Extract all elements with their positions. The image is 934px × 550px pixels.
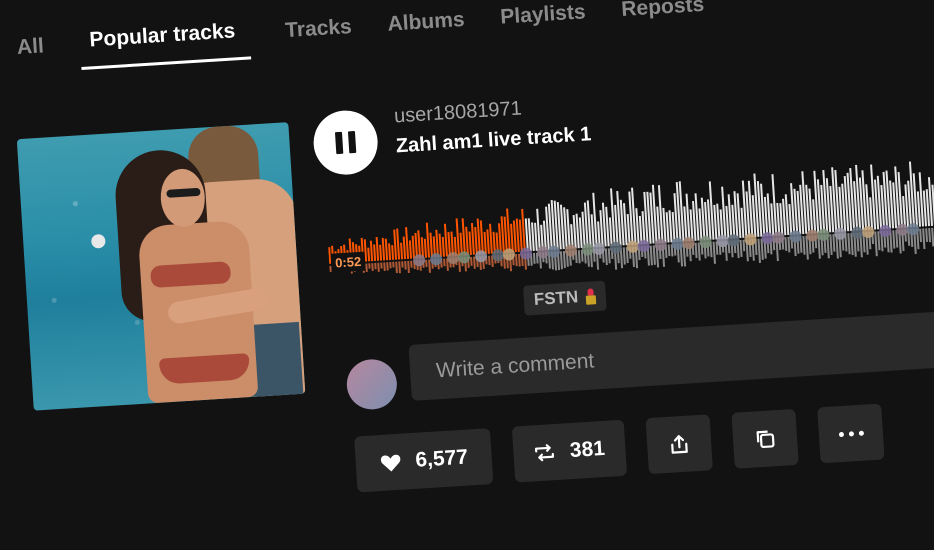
heart-icon bbox=[379, 452, 402, 473]
waveform-bar bbox=[379, 244, 383, 261]
waveform-reflection-bar bbox=[383, 262, 386, 271]
elapsed-time: 0:52 bbox=[330, 251, 366, 273]
waveform-reflection-bar bbox=[365, 263, 368, 273]
repost-count: 381 bbox=[569, 436, 606, 463]
lipstick-icon bbox=[586, 288, 597, 305]
copy-icon bbox=[753, 427, 776, 450]
waveform-reflection-bar bbox=[371, 263, 374, 271]
waveform-bar bbox=[391, 245, 395, 260]
track-page: All Popular tracks Tracks Albums Playlis… bbox=[0, 0, 934, 550]
waveform-reflection-bar bbox=[410, 260, 413, 268]
comment-avatar[interactable] bbox=[744, 232, 757, 246]
tab-all[interactable]: All bbox=[16, 34, 45, 74]
waveform-reflection-bar bbox=[407, 260, 410, 274]
comment-avatar[interactable] bbox=[878, 224, 892, 238]
waveform-bar bbox=[381, 237, 386, 261]
comment-avatar[interactable] bbox=[699, 235, 712, 249]
waveform-reflection-bar bbox=[404, 261, 407, 270]
comment-avatar[interactable] bbox=[637, 239, 651, 253]
tab-playlists[interactable]: Playlists bbox=[500, 0, 587, 43]
comment-input[interactable] bbox=[408, 309, 934, 401]
comment-avatar[interactable] bbox=[654, 238, 668, 252]
track-username[interactable]: user18081971 bbox=[393, 97, 522, 128]
waveform-reflection-bar bbox=[368, 263, 371, 269]
comment-avatar[interactable] bbox=[564, 244, 578, 258]
waveform-reflection-bar bbox=[395, 261, 398, 274]
like-count: 6,577 bbox=[414, 445, 469, 472]
waveform-bar bbox=[402, 236, 407, 260]
track-actions: 6,577 381 bbox=[354, 403, 885, 493]
timed-comment-tag[interactable]: FSTN bbox=[522, 280, 608, 316]
pause-icon bbox=[334, 130, 357, 155]
waveform-bar bbox=[369, 240, 374, 262]
like-button[interactable]: 6,577 bbox=[354, 428, 494, 493]
tab-popular-tracks[interactable]: Popular tracks bbox=[78, 18, 251, 71]
share-button[interactable] bbox=[645, 414, 713, 475]
waveform-bar bbox=[400, 242, 404, 260]
more-button[interactable] bbox=[817, 403, 885, 464]
timed-comment-text: FSTN bbox=[533, 287, 579, 310]
waveform-reflection-bar bbox=[380, 262, 383, 269]
repost-button[interactable]: 381 bbox=[511, 419, 628, 483]
comment-avatar[interactable] bbox=[519, 247, 533, 260]
waveform-reflection-bar bbox=[392, 261, 395, 268]
more-icon bbox=[838, 430, 864, 437]
waveform-bar bbox=[373, 244, 377, 262]
waveform-reflection-bar bbox=[389, 261, 392, 269]
comment-avatar[interactable] bbox=[833, 227, 847, 241]
waveform[interactable] bbox=[324, 148, 934, 298]
comment-avatar[interactable] bbox=[906, 222, 920, 236]
waveform-bar bbox=[375, 237, 380, 261]
comment-avatar[interactable] bbox=[429, 252, 443, 266]
tab-tracks[interactable]: Tracks bbox=[285, 15, 354, 57]
share-icon bbox=[669, 433, 690, 456]
comment-avatar[interactable] bbox=[727, 234, 740, 247]
waveform-reflection-bar bbox=[401, 261, 404, 268]
waveform-bar bbox=[367, 247, 371, 262]
waveform-reflection-bar bbox=[374, 262, 377, 270]
waveform-reflection-bar bbox=[398, 261, 401, 274]
comment-avatar[interactable] bbox=[547, 245, 561, 259]
comment-avatar[interactable] bbox=[682, 236, 695, 250]
comment-avatar[interactable] bbox=[772, 231, 785, 244]
track-title[interactable]: Zahl am1 live track 1 bbox=[395, 123, 592, 158]
waveform-bar bbox=[388, 243, 392, 261]
comment-avatar[interactable] bbox=[474, 249, 488, 263]
tab-reposts[interactable]: Reposts bbox=[621, 0, 706, 36]
comment-avatar[interactable] bbox=[817, 228, 830, 242]
copy-link-button[interactable] bbox=[731, 408, 799, 469]
comment-avatar[interactable] bbox=[457, 251, 471, 264]
comment-avatar[interactable] bbox=[412, 253, 426, 267]
pause-button[interactable] bbox=[311, 108, 380, 177]
waveform-reflection-bar bbox=[386, 262, 389, 271]
comment-avatar[interactable] bbox=[592, 242, 606, 256]
waveform-reflection-bar bbox=[377, 262, 380, 272]
waveform-bar bbox=[408, 240, 413, 259]
comment-avatar[interactable] bbox=[502, 248, 516, 261]
comment-avatar[interactable] bbox=[789, 230, 802, 243]
repost-icon bbox=[533, 442, 556, 463]
user-avatar bbox=[345, 357, 399, 411]
profile-tabs: All Popular tracks Tracks Albums Playlis… bbox=[16, 0, 706, 74]
waveform-bars bbox=[328, 161, 934, 274]
tab-albums[interactable]: Albums bbox=[387, 8, 466, 51]
track-artwork[interactable] bbox=[16, 122, 306, 411]
waveform-bar bbox=[384, 238, 389, 261]
comment-avatar[interactable] bbox=[609, 241, 623, 255]
comment-avatar[interactable] bbox=[861, 225, 875, 239]
